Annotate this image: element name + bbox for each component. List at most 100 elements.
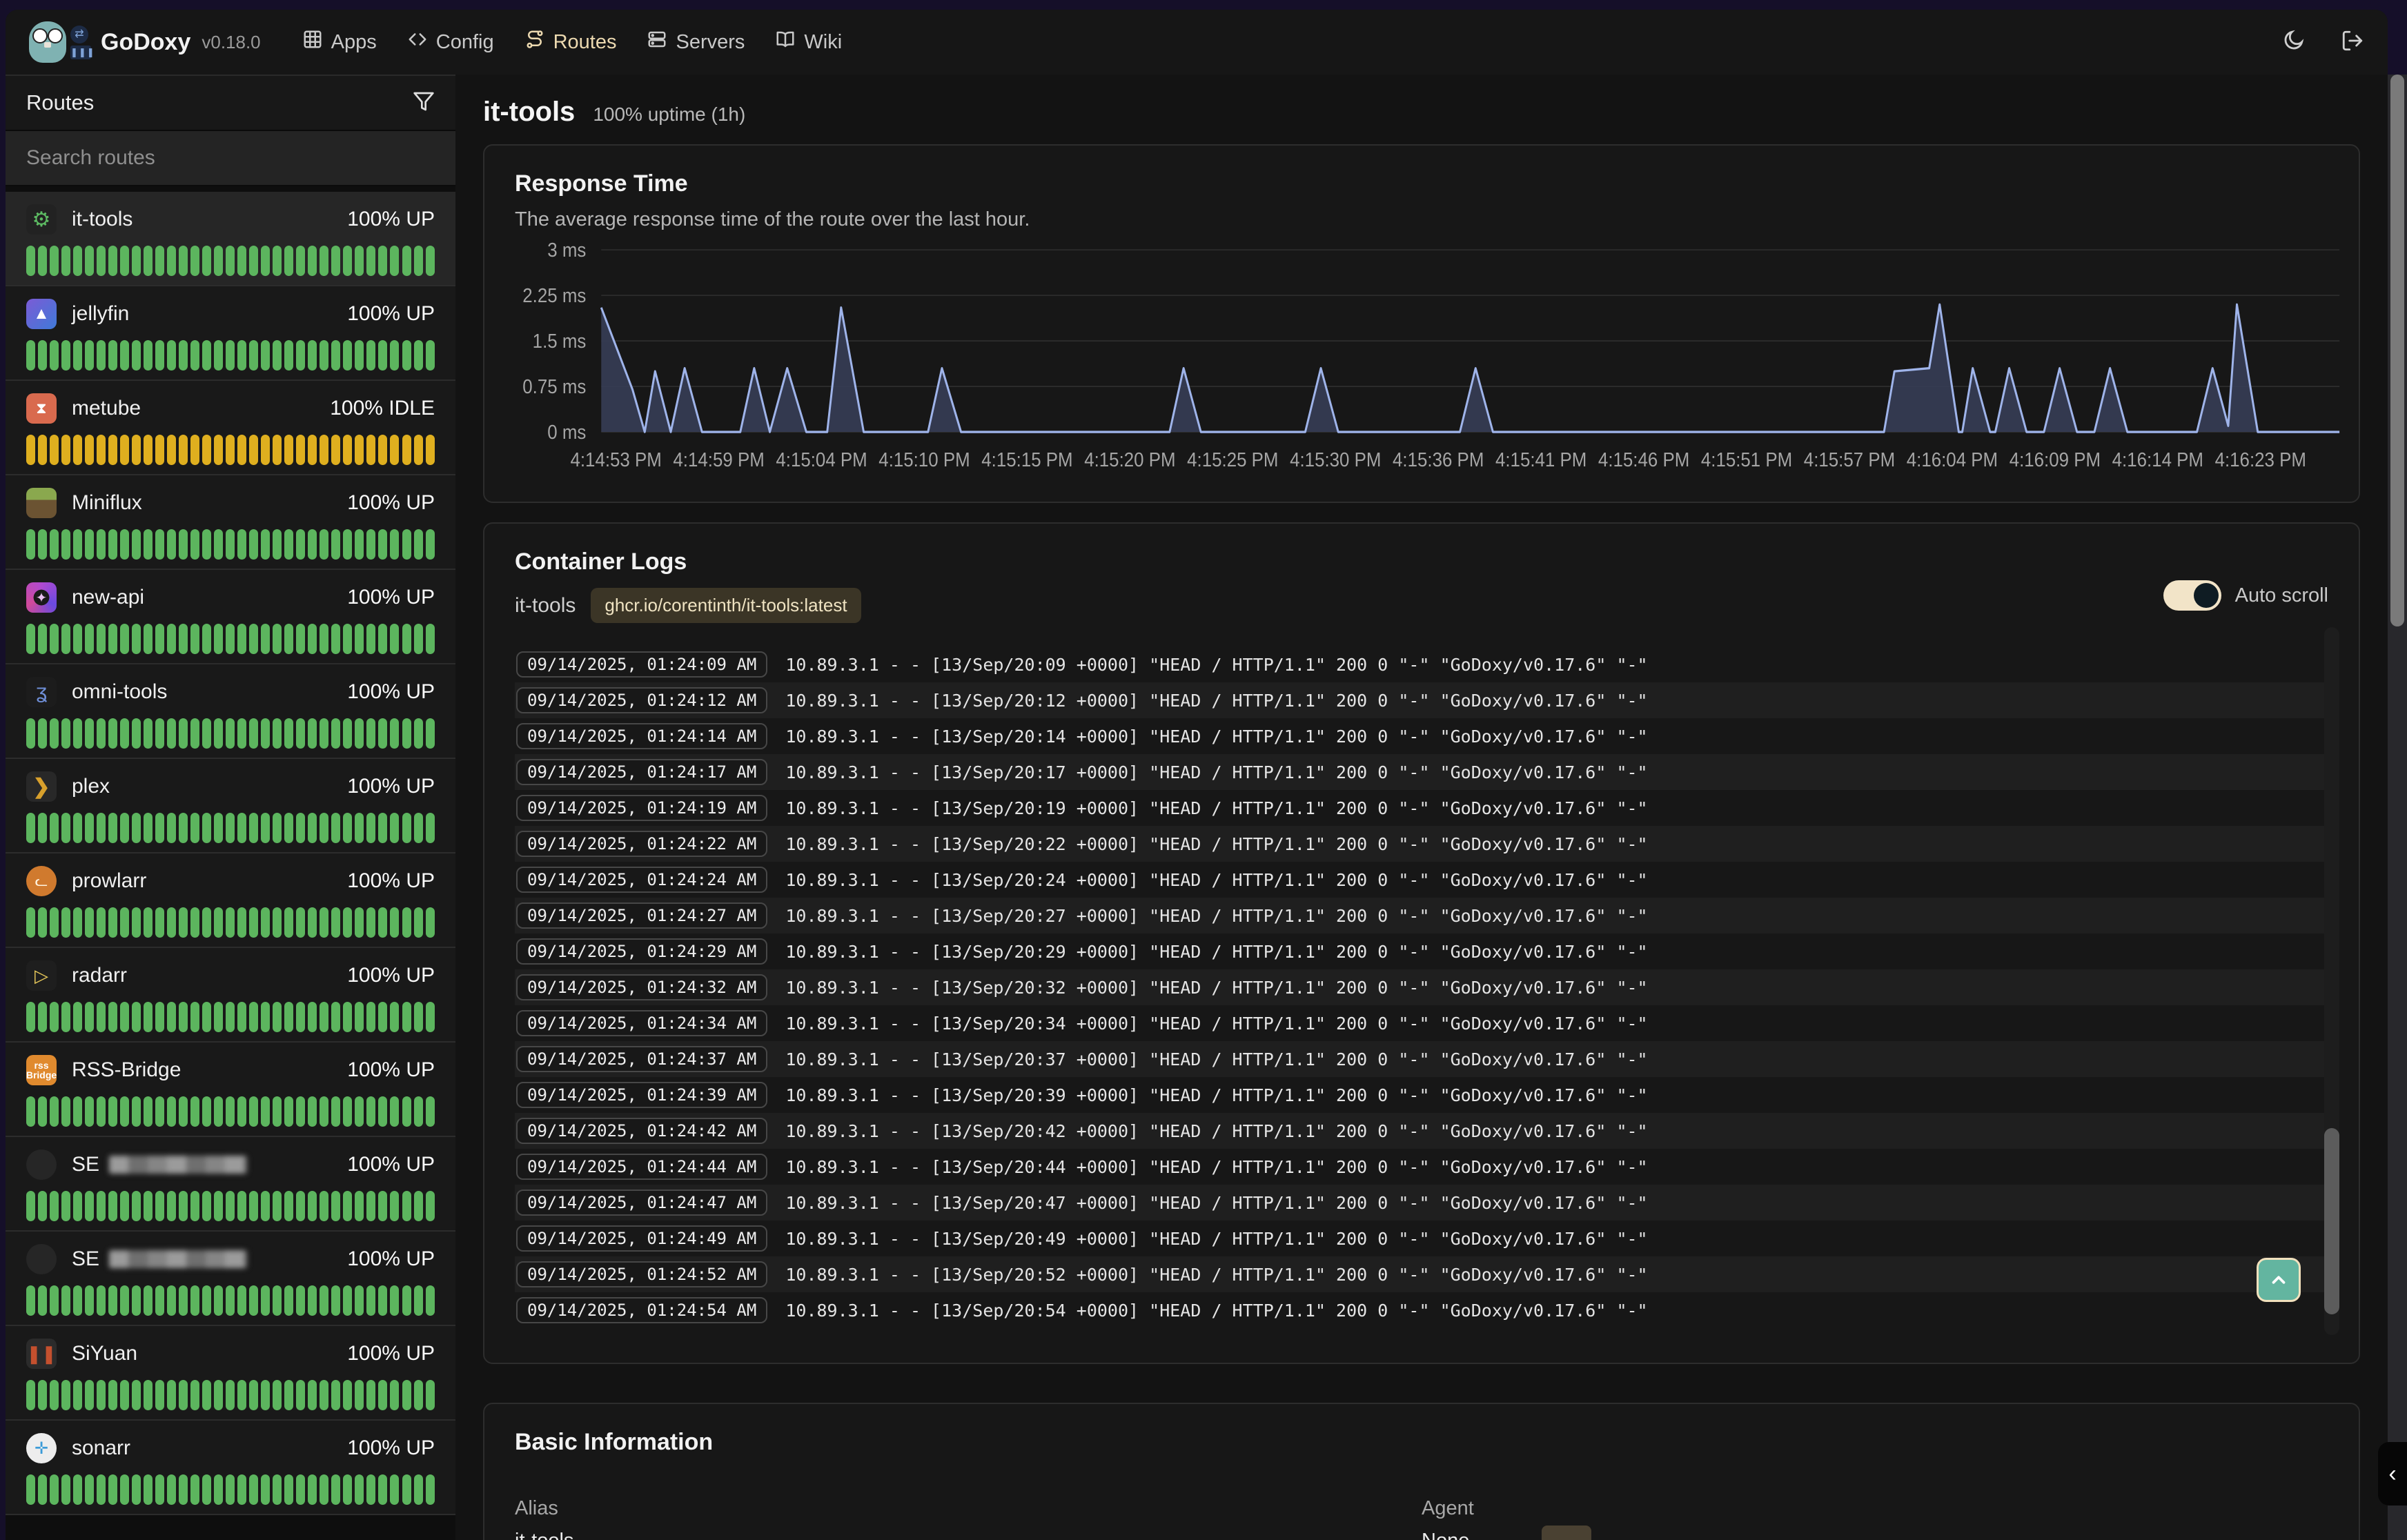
route-item-plex[interactable]: ❯ plex 100% UP [6, 759, 455, 853]
dark-mode-moon-icon[interactable] [2281, 29, 2305, 56]
svg-text:4:15:41 PM: 4:15:41 PM [1495, 448, 1586, 471]
apps-grid-icon [302, 29, 323, 55]
nav-item-wiki[interactable]: Wiki [775, 29, 842, 55]
nav-item-routes[interactable]: Routes [524, 29, 617, 55]
filter-icon[interactable] [413, 90, 435, 116]
svg-text:0.75 ms: 0.75 ms [522, 375, 586, 398]
nav-item-apps[interactable]: Apps [302, 29, 377, 55]
route-item-metube[interactable]: ⧗metube100% IDLE [6, 381, 455, 475]
log-timestamp: 09/14/2025, 01:24:47 AM [516, 1189, 767, 1216]
sidebar-header: Routes [6, 76, 455, 131]
svg-text:4:15:10 PM: 4:15:10 PM [878, 448, 970, 471]
routes-sidebar: Routes ⚙ it-tools 100% UP ▲jellyfin100% UP⧗… [6, 75, 455, 1540]
nav-item-servers[interactable]: Servers [647, 29, 745, 55]
log-timestamp: 09/14/2025, 01:24:52 AM [516, 1261, 767, 1287]
chart-svg: 3 ms2.25 ms1.5 ms0.75 ms0 ms4:14:53 PM4:… [484, 242, 2359, 495]
auto-scroll-control: Auto scroll [2163, 580, 2328, 611]
log-timestamp: 09/14/2025, 01:24:14 AM [516, 723, 767, 749]
svg-text:4:16:09 PM: 4:16:09 PM [2010, 448, 2101, 471]
log-row: 09/14/2025, 01:24:44 AM10.89.3.1 - - [13… [515, 1149, 2328, 1185]
route-item-rss-bridge[interactable]: rss BridgeRSS-Bridge100% UP [6, 1043, 455, 1137]
route-name: SE [72, 1247, 99, 1271]
route-item-prowlarr[interactable]: ᓚprowlarr100% UP [6, 853, 455, 948]
log-timestamp: 09/14/2025, 01:24:19 AM [516, 795, 767, 821]
basic-information-card: Basic Information Aliasit-toolsAgentNone… [483, 1403, 2360, 1540]
field-value: it-tools [515, 1530, 1422, 1540]
log-row: 09/14/2025, 01:24:22 AM10.89.3.1 - - [13… [515, 826, 2328, 862]
uptime-bars [26, 1285, 435, 1316]
log-message: 10.89.3.1 - - [13/Sep/20:52 +0000] "HEAD… [785, 1265, 1647, 1285]
uptime-bars [26, 246, 435, 276]
svg-text:4:14:53 PM: 4:14:53 PM [570, 448, 661, 471]
route-name: radarr [72, 964, 127, 987]
log-message: 10.89.3.1 - - [13/Sep/20:09 +0000] "HEAD… [785, 655, 1647, 675]
prowlarr-icon: ᓚ [26, 866, 57, 896]
nav-item-label: Apps [331, 31, 377, 54]
log-message: 10.89.3.1 - - [13/Sep/20:44 +0000] "HEAD… [785, 1157, 1647, 1177]
nav-items: Apps Config Routes Servers Wiki [302, 29, 2281, 55]
nav-item-label: Config [436, 31, 494, 54]
logout-icon[interactable] [2341, 29, 2364, 56]
auto-scroll-toggle[interactable] [2163, 580, 2221, 611]
log-row: 09/14/2025, 01:24:32 AM10.89.3.1 - - [13… [515, 969, 2328, 1005]
route-name: it-tools [72, 208, 132, 231]
uptime-bars [26, 340, 435, 371]
route-item-se[interactable]: SE100% UP [6, 1137, 455, 1232]
svg-text:4:15:57 PM: 4:15:57 PM [1804, 448, 1895, 471]
svg-text:4:15:51 PM: 4:15:51 PM [1701, 448, 1792, 471]
route-status-badge: 100% UP [347, 869, 435, 893]
logs-scrollbar[interactable] [2324, 627, 2339, 1335]
route-name: new-api [72, 586, 144, 609]
route-item-it-tools[interactable]: ⚙it-tools100% UP [6, 192, 455, 286]
uptime-bars [26, 1002, 435, 1032]
route-name: plex [72, 775, 110, 798]
route-item-se[interactable]: SE100% UP [6, 1232, 455, 1326]
route-item-new-api[interactable]: ✦new-api100% UP [6, 570, 455, 664]
route-item-radarr[interactable]: ▷radarr100% UP [6, 948, 455, 1043]
plex-icon: ❯ [26, 771, 57, 802]
nav-item-label: Wiki [804, 31, 842, 54]
code-icon [407, 29, 428, 55]
route-item-sonarr[interactable]: ✛sonarr100% UP [6, 1421, 455, 1515]
log-message: 10.89.3.1 - - [13/Sep/20:12 +0000] "HEAD… [785, 691, 1647, 711]
route-name: metube [72, 397, 141, 420]
brand: ⇄❚❚❚ GoDoxy v0.18.0 [29, 21, 261, 63]
omni-tools-icon: ʓ [26, 677, 57, 707]
scroll-to-top-button[interactable] [2257, 1258, 2301, 1302]
log-message: 10.89.3.1 - - [13/Sep/20:24 +0000] "HEAD… [785, 870, 1647, 890]
svg-text:1.5 ms: 1.5 ms [533, 330, 587, 353]
sidebar-title: Routes [26, 90, 94, 115]
route-status-badge: 100% UP [347, 491, 435, 515]
svg-text:2.25 ms: 2.25 ms [522, 284, 586, 307]
log-timestamp: 09/14/2025, 01:24:32 AM [516, 974, 767, 1000]
page-scrollbar[interactable] [2388, 75, 2407, 1540]
panel-collapse-handle[interactable]: ‹ [2378, 1442, 2407, 1506]
log-list: 09/14/2025, 01:24:09 AM10.89.3.1 - - [13… [515, 646, 2328, 1328]
se-app-icon [26, 1149, 57, 1180]
uptime-bars [26, 1096, 435, 1127]
uptime-bars [26, 718, 435, 749]
route-item-miniflux[interactable]: Miniflux100% UP [6, 475, 455, 570]
log-row: 09/14/2025, 01:24:34 AM10.89.3.1 - - [13… [515, 1005, 2328, 1041]
log-row: 09/14/2025, 01:24:52 AM 10.89.3.1 - - [13… [515, 1256, 2328, 1292]
log-message: 10.89.3.1 - - [13/Sep/20:22 +0000] "HEAD… [785, 834, 1647, 854]
nav-item-config[interactable]: Config [407, 29, 494, 55]
log-row: 09/14/2025, 01:24:09 AM10.89.3.1 - - [13… [515, 646, 2328, 682]
route-status-badge: 100% UP [347, 775, 435, 798]
search-routes-input[interactable] [26, 146, 435, 170]
route-item-siyuan[interactable]: ❚❚SiYuan100% UP [6, 1326, 455, 1421]
sonarr-icon: ✛ [26, 1433, 57, 1463]
log-row: 09/14/2025, 01:24:49 AM10.89.3.1 - - [13… [515, 1221, 2328, 1256]
log-row: 09/14/2025, 01:24:27 AM10.89.3.1 - - [13… [515, 898, 2328, 934]
log-timestamp: 09/14/2025, 01:24:37 AM [516, 1046, 767, 1072]
nav-item-label: Servers [676, 31, 745, 54]
brand-name: GoDoxy [101, 29, 190, 56]
uptime-text: 100% uptime (1h) [593, 103, 745, 126]
route-item-jellyfin[interactable]: ▲jellyfin100% UP [6, 286, 455, 381]
route-status-badge: 100% UP [347, 1437, 435, 1460]
navbar: ⇄❚❚❚ GoDoxy v0.18.0 Apps Config Routes Serv… [6, 10, 2388, 75]
it-tools-icon: ⚙ [26, 204, 57, 235]
log-timestamp: 09/14/2025, 01:24:39 AM [516, 1082, 767, 1108]
route-item-omni-tools[interactable]: ʓomni-tools100% UP [6, 664, 455, 759]
uptime-bars [26, 1191, 435, 1221]
